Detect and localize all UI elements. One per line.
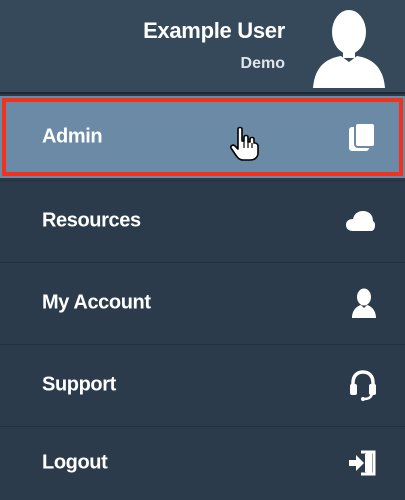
menu-item-logout[interactable]: Logout	[0, 426, 405, 500]
menu-item-admin[interactable]: Admin	[0, 96, 405, 178]
user-header[interactable]: Example User Demo	[0, 0, 405, 94]
cloud-icon	[346, 211, 376, 231]
menu-item-support[interactable]: Support	[0, 344, 405, 426]
user-name: Example User	[143, 18, 285, 43]
menu-item-label: Logout	[42, 451, 108, 474]
menu-item-resources[interactable]: Resources	[0, 180, 405, 262]
menu-item-label: Support	[42, 373, 116, 396]
menu-item-label: Admin	[42, 125, 103, 148]
user-role: Demo	[240, 55, 285, 72]
user-menu: Example User Demo Admin Resources My Acc…	[0, 0, 405, 500]
headset-icon	[350, 370, 376, 401]
menu-item-label: My Account	[42, 291, 151, 314]
documents-icon	[349, 122, 376, 151]
hand-pointer-icon	[230, 126, 259, 161]
person-icon	[352, 288, 376, 318]
sign-out-icon	[349, 450, 376, 476]
menu-item-my-account[interactable]: My Account	[0, 262, 405, 344]
user-silhouette-icon	[313, 10, 385, 88]
menu-item-label: Resources	[42, 209, 141, 232]
